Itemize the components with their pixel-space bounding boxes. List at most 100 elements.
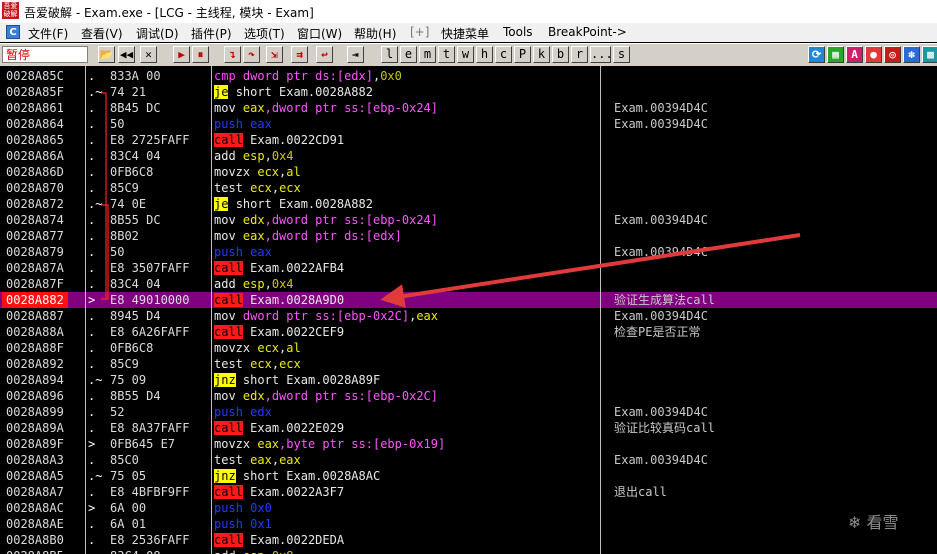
- menu-breakpoint[interactable]: BreakPoint->: [548, 25, 627, 39]
- menu-shortcuts[interactable]: 快捷菜单: [441, 25, 489, 42]
- disasm-row[interactable]: 0028A872 .~ 74 0E je short Exam.0028A882: [0, 196, 937, 212]
- address-cell: 0028A85F: [6, 85, 64, 99]
- disasm-row[interactable]: 0028A86A. 83C4 04 add esp,0x4: [0, 148, 937, 164]
- refresh-icon[interactable]: ⟳: [808, 46, 825, 63]
- disasm-row[interactable]: 0028A894 .~ 75 09 jnz short Exam.0028A89F: [0, 372, 937, 388]
- operand: eax: [279, 453, 301, 467]
- disasm-row[interactable]: 0028A892. 85C9 test ecx,ecx: [0, 356, 937, 372]
- operand: edx: [250, 405, 272, 419]
- disasm-row[interactable]: 0028A87F. 83C4 04 add esp,0x4: [0, 276, 937, 292]
- record-icon[interactable]: ●: [865, 46, 882, 63]
- menu-tools[interactable]: Tools: [503, 25, 533, 39]
- instruction-cell: test ecx,ecx: [214, 356, 301, 372]
- close-debug-icon[interactable]: ✕: [140, 46, 157, 63]
- settings-icon[interactable]: ✽: [903, 46, 920, 63]
- disasm-row[interactable]: 0028A8A7. E8 4BFBF9FF call Exam.0022A3F7 退出…: [0, 484, 937, 500]
- pause-icon[interactable]: ⏸: [192, 46, 209, 63]
- cpu-window-icon[interactable]: C: [6, 25, 20, 39]
- trace-into-icon[interactable]: ⇲: [266, 46, 283, 63]
- disasm-row-selected[interactable]: 0028A882 > E8 49010000 call Exam.0028A9D0 验证…: [0, 292, 937, 308]
- grid-icon[interactable]: ▩: [922, 46, 937, 63]
- menu-view[interactable]: 查看(V): [81, 25, 123, 42]
- instruction-cell: jnz short Exam.0028A8AC: [214, 468, 380, 484]
- operand: short Exam.0028A882: [235, 197, 373, 211]
- disasm-row[interactable]: 0028A887. 8945 D4 mov dword ptr ss:[ebp-0x…: [0, 308, 937, 324]
- disasm-row[interactable]: 0028A899. 52 push edx Exam.00394D4C: [0, 404, 937, 420]
- window-button-w[interactable]: w: [457, 46, 474, 63]
- instruction-cell: call Exam.0022DEDA: [214, 532, 344, 548]
- operand: Exam.0022AFB4: [250, 261, 345, 275]
- disasm-row[interactable]: 0028A8B5. 83C4 08 add esp,0x8: [0, 548, 937, 554]
- trace-over-icon[interactable]: ⇉: [291, 46, 308, 63]
- window-button-more[interactable]: ...: [590, 46, 611, 63]
- open-folder-icon[interactable]: 📂: [98, 46, 115, 63]
- disasm-row[interactable]: 0028A8AE. 6A 01 push 0x1: [0, 516, 937, 532]
- disasm-row[interactable]: 0028A874. 8B55 DC mov edx,dword ptr ss:[eb…: [0, 212, 937, 228]
- disasm-row[interactable]: 0028A85C. 833A 00 cmp dword ptr ds:[edx],0…: [0, 68, 937, 84]
- hex-dump-cell: E8 49010000: [110, 293, 190, 307]
- window-button-e[interactable]: e: [400, 46, 417, 63]
- operand: ,byte ptr ss:[ebp-0x19]: [279, 437, 446, 451]
- disasm-row[interactable]: 0028A877. 8B02 mov eax,dword ptr ds:[edx]: [0, 228, 937, 244]
- mnemonic: push: [214, 501, 243, 515]
- jump-marker: >: [88, 293, 96, 307]
- comment-cell: 验证比较真码call: [614, 421, 715, 435]
- address-cell: 0028A874: [6, 213, 64, 227]
- hex-icon[interactable]: A: [846, 46, 863, 63]
- window-button-c[interactable]: c: [495, 46, 512, 63]
- step-into-icon[interactable]: ↴: [224, 46, 241, 63]
- step-over-icon[interactable]: ↷: [243, 46, 260, 63]
- target-icon[interactable]: ◎: [884, 46, 901, 63]
- disasm-row[interactable]: 0028A8A5 .~ 75 05 jnz short Exam.0028A8AC: [0, 468, 937, 484]
- disasm-row[interactable]: 0028A870. 85C9 test ecx,ecx: [0, 180, 937, 196]
- menu-file[interactable]: 文件(F): [28, 25, 68, 42]
- jump-marker: .: [88, 133, 96, 147]
- snowflake-icon: ❄: [848, 513, 862, 532]
- disasm-row[interactable]: 0028A861. 8B45 DC mov eax,dword ptr ss:[eb…: [0, 100, 937, 116]
- run-icon[interactable]: ▶: [173, 46, 190, 63]
- disasm-row[interactable]: 0028A89A. E8 8A37FAFF call Exam.0022E029 验证…: [0, 420, 937, 436]
- disasm-row[interactable]: 0028A88F. 0FB6C8 movzx ecx,al: [0, 340, 937, 356]
- hex-dump-cell: E8 8A37FAFF: [110, 421, 190, 435]
- disasm-row[interactable]: 0028A88A. E8 6A26FAFF call Exam.0022CEF9 检查…: [0, 324, 937, 340]
- window-button-l[interactable]: l: [381, 46, 398, 63]
- disasm-row[interactable]: 0028A879. 50 push eax Exam.00394D4C: [0, 244, 937, 260]
- operand: Exam.0022DEDA: [250, 533, 345, 547]
- instruction-cell: cmp dword ptr ds:[edx],0x0: [214, 68, 402, 84]
- window-button-P[interactable]: P: [514, 46, 531, 63]
- disasm-row[interactable]: 0028A89F >0FB645 E7 movzx eax,byte ptr ss:…: [0, 436, 937, 452]
- window-button-r[interactable]: r: [571, 46, 588, 63]
- menu-debug[interactable]: 调试(D): [136, 25, 179, 42]
- execute-till-return-icon[interactable]: ↩: [316, 46, 333, 63]
- menu-help[interactable]: 帮助(H): [354, 25, 396, 42]
- window-button-m[interactable]: m: [419, 46, 436, 63]
- disassembly-pane[interactable]: 0028A85C. 833A 00 cmp dword ptr ds:[edx],0…: [0, 66, 937, 554]
- disasm-row[interactable]: 0028A8A3. 85C0 test eax,eax Exam.00394D4C: [0, 452, 937, 468]
- window-button-h[interactable]: h: [476, 46, 493, 63]
- plugin-icon[interactable]: ▦: [827, 46, 844, 63]
- jump-marker: .~: [88, 373, 103, 387]
- address-cell: 0028A8B5: [6, 548, 64, 554]
- disasm-row[interactable]: 0028A86D. 0FB6C8 movzx ecx,al: [0, 164, 937, 180]
- window-button-k[interactable]: k: [533, 46, 550, 63]
- address-cell: 0028A870: [6, 181, 64, 195]
- disasm-row[interactable]: 0028A85F .~ 74 21 je short Exam.0028A882: [0, 84, 937, 100]
- disasm-row[interactable]: 0028A87A. E8 3507FAFF call Exam.0022AFB4: [0, 260, 937, 276]
- menu-expand[interactable]: [+]: [410, 25, 429, 39]
- restart-icon[interactable]: ◀◀: [118, 46, 135, 63]
- window-button-s[interactable]: s: [613, 46, 630, 63]
- go-to-icon[interactable]: ⇥: [347, 46, 364, 63]
- disasm-row[interactable]: 0028A8AC >6A 00 push 0x0: [0, 500, 937, 516]
- instruction-cell: movzx ecx,al: [214, 164, 301, 180]
- disasm-row[interactable]: 0028A864. 50 push eax Exam.00394D4C: [0, 116, 937, 132]
- disasm-row[interactable]: 0028A8B0. E8 2536FAFF call Exam.0022DEDA: [0, 532, 937, 548]
- menu-options[interactable]: 选项(T): [244, 25, 285, 42]
- window-button-b[interactable]: b: [552, 46, 569, 63]
- instruction-cell: push 0x0: [214, 500, 272, 516]
- window-button-t[interactable]: t: [438, 46, 455, 63]
- hex-dump-cell: 75 09: [110, 373, 147, 387]
- menu-window[interactable]: 窗口(W): [297, 25, 342, 42]
- disasm-row[interactable]: 0028A865. E8 2725FAFF call Exam.0022CD91: [0, 132, 937, 148]
- menu-plugins[interactable]: 插件(P): [191, 25, 232, 42]
- disasm-row[interactable]: 0028A896. 8B55 D4 mov edx,dword ptr ss:[eb…: [0, 388, 937, 404]
